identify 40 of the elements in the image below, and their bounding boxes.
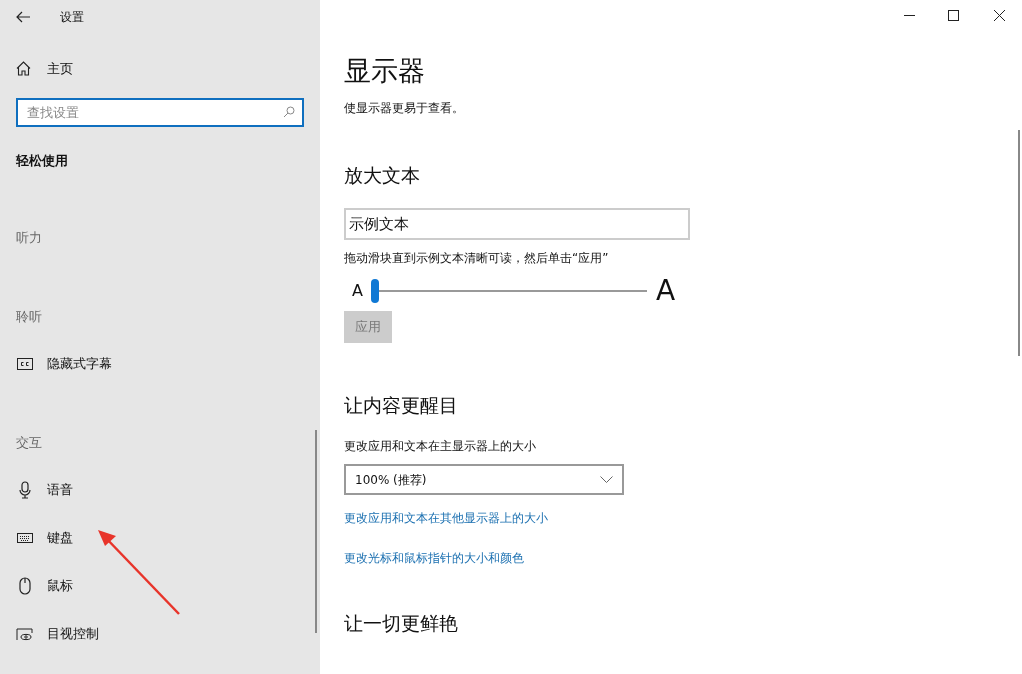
nav-item[interactable]: 键盘 [47, 528, 73, 548]
maximize-icon[interactable] [948, 10, 959, 21]
slider-track[interactable] [370, 279, 647, 303]
group-heading: 交互 [16, 434, 43, 452]
sample-text-field[interactable]: 示例文本 [344, 208, 690, 240]
home-link[interactable]: 主页 [47, 59, 73, 79]
group-heading: 聆听 [16, 308, 43, 326]
settings-link[interactable]: 更改应用和文本在其他显示器上的大小 [344, 509, 548, 527]
page-subtitle: 使显示器更易于查看。 [344, 100, 465, 117]
small-a-label: A [352, 280, 363, 302]
eye-monitor-icon [16, 627, 33, 641]
search-icon [283, 105, 295, 118]
search-field[interactable]: 查找设置 [16, 97, 304, 127]
nav-item[interactable]: 目视控制 [47, 624, 99, 644]
keyboard-icon [16, 533, 33, 543]
home-icon [16, 61, 31, 77]
mouse-icon [18, 577, 31, 595]
nav-item[interactable]: 语音 [47, 480, 73, 500]
section-heading: 让内容更醒目 [344, 393, 459, 418]
section-heading: 放大文本 [344, 163, 421, 188]
back-arrow-icon[interactable] [16, 10, 30, 23]
close-icon[interactable] [994, 10, 1005, 21]
large-a-label: A [655, 273, 676, 309]
scrollbar[interactable] [315, 430, 317, 633]
nav-item[interactable]: 鼠标 [47, 576, 73, 596]
section-heading: 让一切更鲜艳 [344, 611, 459, 636]
section-heading: 轻松使用 [16, 151, 69, 170]
window-title: 设置 [60, 8, 84, 26]
field-label: 更改应用和文本在主显示器上的大小 [344, 438, 537, 455]
settings-link[interactable]: 更改光标和鼠标指针的大小和颜色 [344, 549, 524, 567]
chevron-down-icon [600, 476, 613, 483]
scale-dropdown[interactable]: 100% (推荐) [344, 464, 624, 495]
microphone-icon [18, 481, 31, 499]
slider-hint: 拖动滑块直到示例文本清晰可读，然后单击“应用” [344, 250, 610, 267]
slider-thumb[interactable] [370, 279, 379, 303]
group-heading: 听力 [16, 229, 43, 247]
nav-item[interactable]: 隐藏式字幕 [47, 354, 112, 374]
closed-captions-icon [16, 358, 33, 370]
scrollbar[interactable] [1018, 130, 1020, 356]
page-title: 显示器 [344, 54, 426, 88]
